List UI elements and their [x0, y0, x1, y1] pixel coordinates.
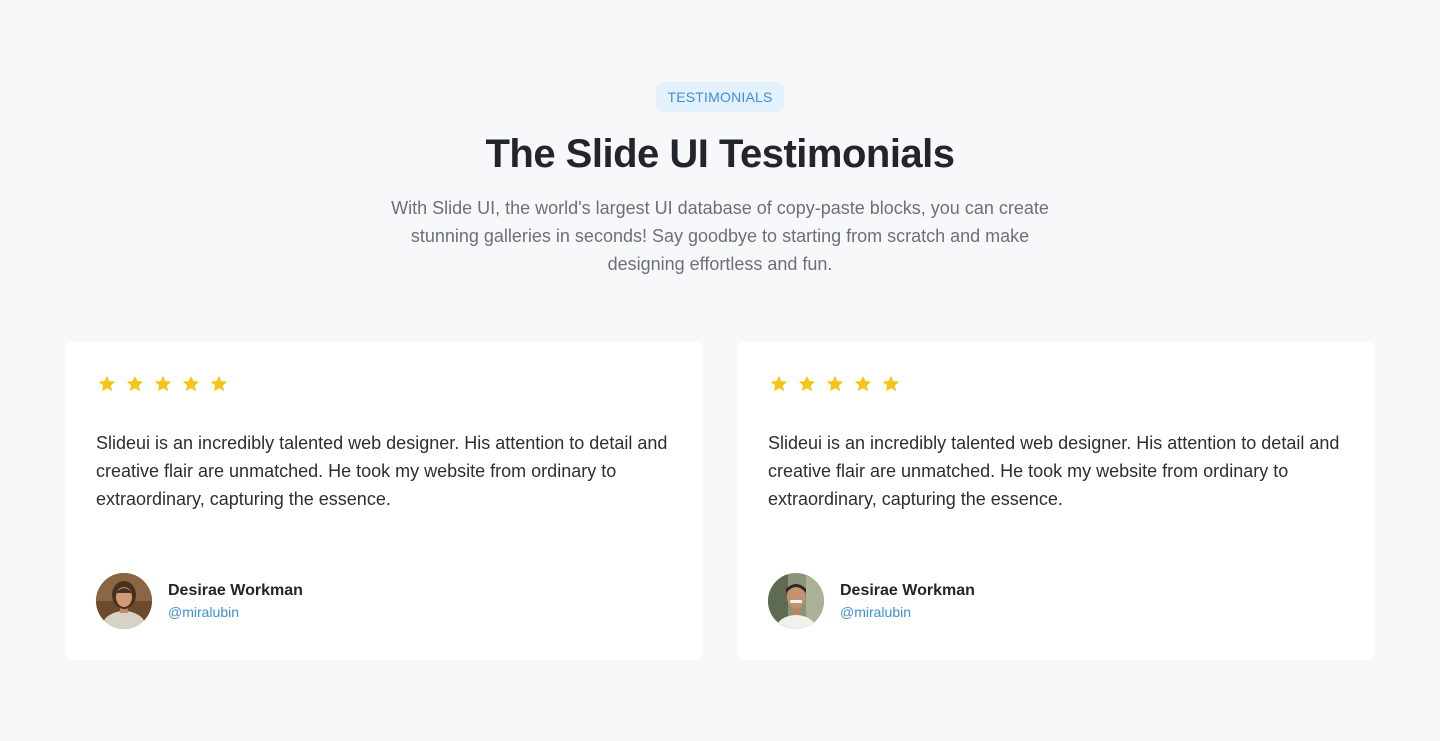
testimonial-author: Desirae Workman @miralubin	[96, 573, 303, 629]
testimonial-quote: Slideui is an incredibly talented web de…	[768, 433, 1340, 509]
man-portrait-avatar	[768, 573, 824, 629]
testimonials-section: TESTIMONIALS The Slide UI Testimonials W…	[0, 0, 1440, 741]
testimonial-card: Slideui is an incredibly talented web de…	[65, 342, 703, 660]
star-rating	[97, 374, 229, 396]
author-name: Desirae Workman	[840, 582, 975, 599]
author-name: Desirae Workman	[168, 582, 303, 599]
testimonial-card: Slideui is an incredibly talented web de…	[737, 342, 1375, 660]
star-icon	[126, 375, 144, 392]
testimonial-quote: Slideui is an incredibly talented web de…	[96, 433, 668, 509]
star-icon	[98, 375, 116, 392]
section-subtitle: With Slide UI, the world's largest UI da…	[391, 198, 1049, 274]
star-icon	[854, 375, 872, 392]
woman-portrait-avatar	[96, 573, 152, 629]
section-title: The Slide UI Testimonials	[485, 132, 955, 176]
testimonial-author: Desirae Workman @miralubin	[768, 573, 975, 629]
section-badge: TESTIMONIALS	[656, 82, 784, 112]
star-icon	[826, 375, 844, 392]
star-rating	[769, 374, 901, 396]
star-icon	[798, 375, 816, 392]
author-handle-link[interactable]: @miralubin	[840, 602, 975, 622]
star-icon	[210, 375, 228, 392]
star-icon	[182, 375, 200, 392]
star-icon	[770, 375, 788, 392]
author-handle-link[interactable]: @miralubin	[168, 602, 303, 622]
star-icon	[882, 375, 900, 392]
star-icon	[154, 375, 172, 392]
